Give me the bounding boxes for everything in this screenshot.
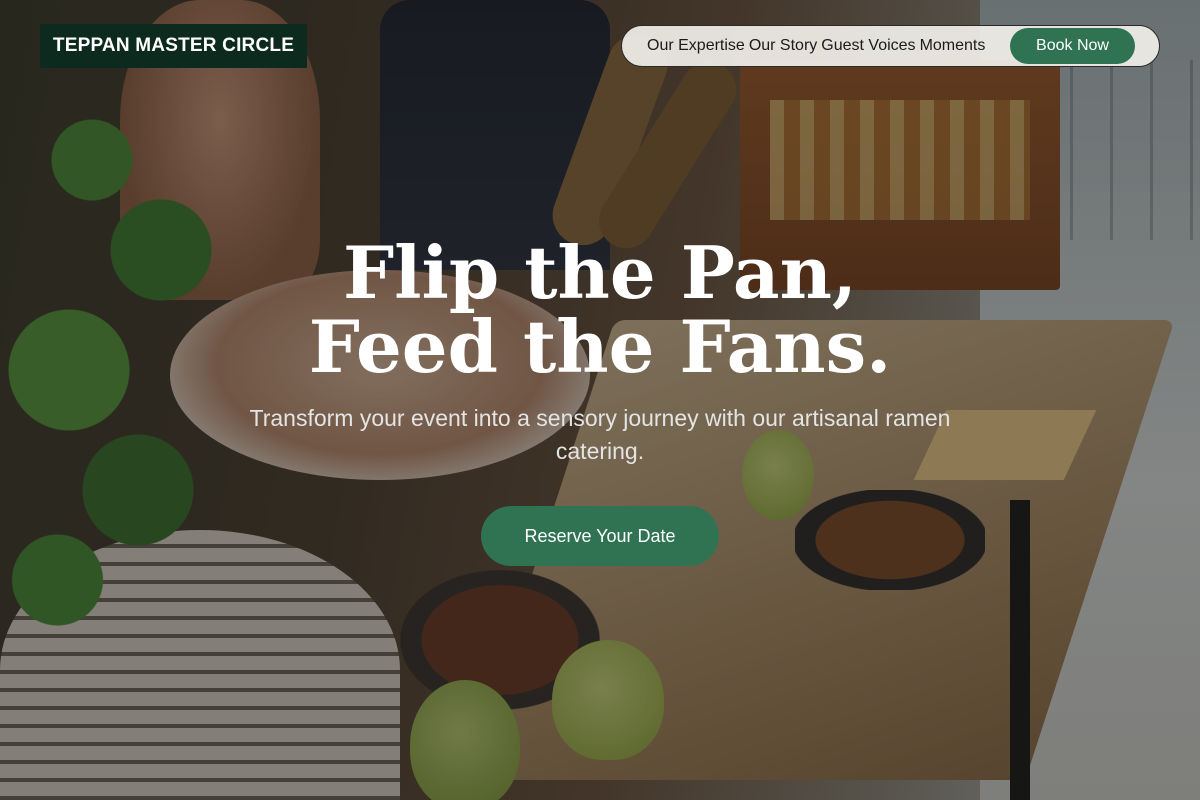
main-nav: Our Expertise Our Story Guest Voices Mom… bbox=[621, 25, 1160, 67]
book-now-button[interactable]: Book Now bbox=[1010, 28, 1135, 64]
headline-line-2: Feed the Fans. bbox=[308, 304, 892, 389]
nav-link-our-story[interactable]: Our Story bbox=[749, 37, 817, 55]
hero-headline: Flip the Pan, Feed the Fans. bbox=[0, 236, 1200, 384]
nav-link-moments[interactable]: Moments bbox=[920, 37, 986, 55]
reserve-date-button[interactable]: Reserve Your Date bbox=[481, 506, 719, 566]
nav-link-guest-voices[interactable]: Guest Voices bbox=[821, 37, 915, 55]
headline-line-1: Flip the Pan, bbox=[343, 230, 857, 315]
hero-dark-overlay bbox=[0, 0, 1200, 800]
brand-logo[interactable]: TEPPAN MASTER CIRCLE bbox=[40, 24, 307, 68]
hero-subtitle: Transform your event into a sensory jour… bbox=[249, 405, 951, 464]
nav-link-our-expertise[interactable]: Our Expertise bbox=[647, 37, 745, 55]
